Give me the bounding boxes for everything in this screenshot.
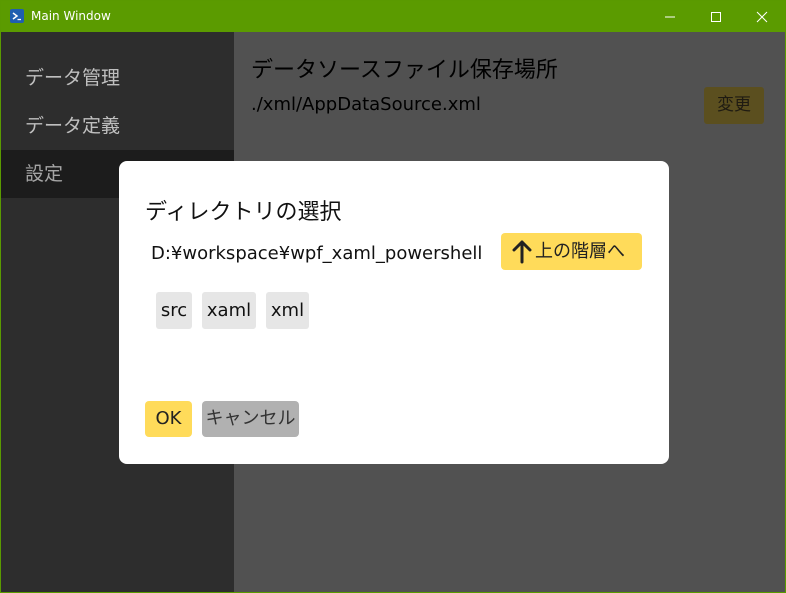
close-icon <box>756 11 768 23</box>
parent-directory-button[interactable]: 上の階層へ <box>501 233 642 270</box>
folder-item-xaml[interactable]: xaml <box>202 292 256 329</box>
folder-item-src[interactable]: src <box>156 292 192 329</box>
directory-picker-dialog: ディレクトリの選択 D:¥workspace¥wpf_xaml_powershe… <box>119 161 669 464</box>
powershell-icon <box>10 9 24 23</box>
maximize-button[interactable] <box>693 1 739 32</box>
cancel-button[interactable]: キャンセル <box>202 401 299 437</box>
title-bar[interactable]: Main Window <box>1 1 785 32</box>
ok-button[interactable]: OK <box>145 401 192 437</box>
close-button[interactable] <box>739 1 785 32</box>
dialog-title: ディレクトリの選択 <box>145 200 342 225</box>
arrow-up-icon <box>512 240 532 264</box>
minimize-icon <box>665 16 675 18</box>
minimize-button[interactable] <box>647 1 693 32</box>
main-window: Main Window データ管理 データ定義 設定 データソースファイル保存場… <box>0 0 786 593</box>
current-path: D:¥workspace¥wpf_xaml_powershell <box>151 243 483 264</box>
folder-item-xml[interactable]: xml <box>266 292 309 329</box>
window-title: Main Window <box>31 9 111 23</box>
maximize-icon <box>711 12 721 22</box>
parent-directory-label: 上の階層へ <box>535 241 625 262</box>
